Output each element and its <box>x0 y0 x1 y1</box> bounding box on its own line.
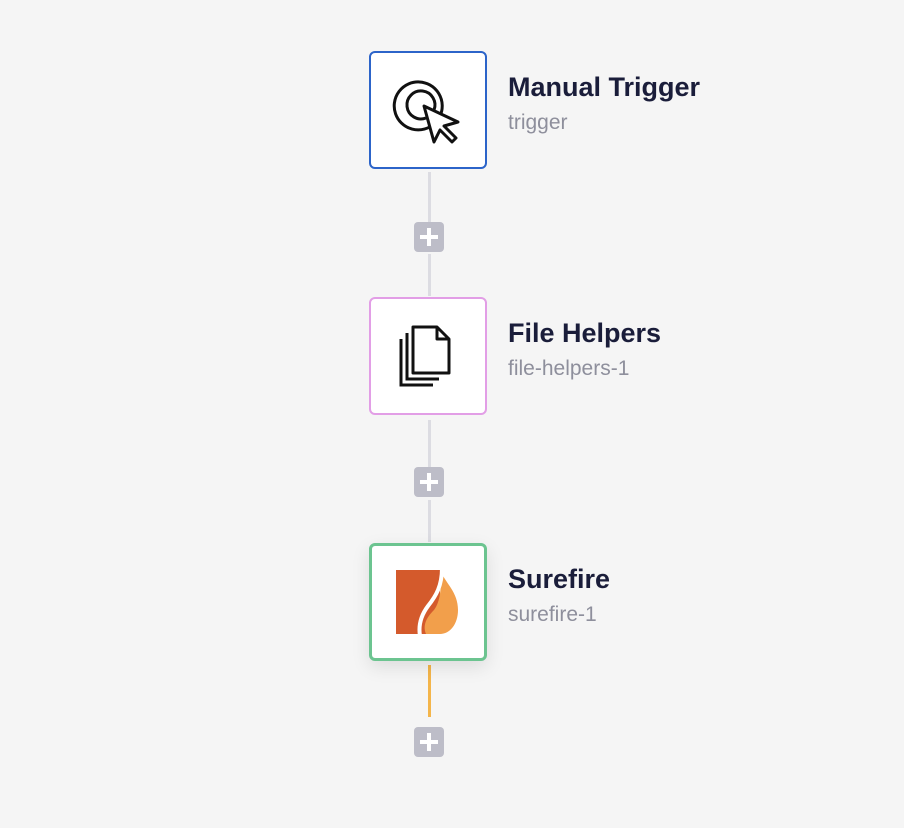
step-node-file-helpers[interactable] <box>369 297 487 415</box>
plus-icon <box>420 733 438 751</box>
step-node-surefire[interactable] <box>369 543 487 661</box>
add-step-button[interactable] <box>414 467 444 497</box>
step-subtitle: file-helpers-1 <box>508 357 630 380</box>
step-title: File Helpers <box>508 318 662 348</box>
connector-line <box>428 500 431 542</box>
surefire-logo-icon <box>396 566 458 638</box>
step-label: Manual Trigger trigger <box>508 70 700 136</box>
step-title: Manual Trigger <box>508 72 701 102</box>
step-subtitle: trigger <box>508 111 568 134</box>
step-title: Surefire <box>508 564 611 594</box>
plus-icon <box>420 228 438 246</box>
files-icon <box>399 325 451 387</box>
connector-line <box>428 420 431 467</box>
add-step-button[interactable] <box>414 727 444 757</box>
step-label: Surefire surefire-1 <box>508 562 610 628</box>
plus-icon <box>420 473 438 491</box>
step-node-manual-trigger[interactable] <box>369 51 487 169</box>
connector-line-active <box>428 665 431 717</box>
workflow-canvas: Manual Trigger trigger File Helpers file… <box>0 0 904 828</box>
connector-line <box>428 172 431 222</box>
step-subtitle: surefire-1 <box>508 603 597 626</box>
step-label: File Helpers file-helpers-1 <box>508 316 661 382</box>
cursor-click-icon <box>392 80 460 144</box>
add-step-button[interactable] <box>414 222 444 252</box>
connector-line <box>428 254 431 296</box>
